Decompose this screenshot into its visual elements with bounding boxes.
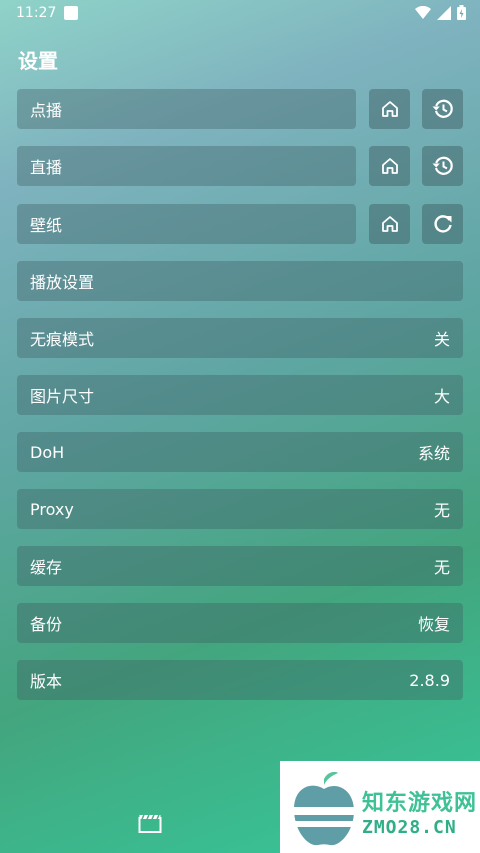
doh-label: DoH — [30, 442, 65, 462]
apple-logo-icon — [292, 771, 356, 846]
live-home-button[interactable] — [369, 146, 410, 186]
vod-home-button[interactable] — [369, 89, 410, 129]
backup-restore-value[interactable]: 恢复 — [418, 611, 450, 635]
wallpaper-home-button[interactable] — [369, 204, 410, 244]
vod-history-button[interactable] — [422, 89, 463, 129]
doh-row[interactable]: DoH 系统 — [17, 432, 463, 472]
wallpaper-refresh-button[interactable] — [422, 204, 463, 244]
proxy-row[interactable]: Proxy 无 — [17, 489, 463, 529]
watermark: 知东游戏网 ZMO28.CN — [280, 761, 480, 853]
doh-value: 系统 — [417, 444, 450, 463]
status-time: 11:27 — [16, 5, 57, 21]
image-size-row[interactable]: 图片尺寸 大 — [17, 375, 463, 415]
page-title: 设置 — [18, 49, 58, 73]
home-icon — [381, 158, 398, 174]
bottom-nav-video-button[interactable] — [138, 812, 162, 838]
version-row[interactable]: 版本 2.8.9 — [17, 660, 463, 700]
version-label: 版本 — [30, 672, 63, 691]
incognito-label: 无痕模式 — [30, 330, 95, 349]
playback-settings-row[interactable]: 播放设置 — [17, 261, 463, 301]
wallpaper-row[interactable]: 壁纸 — [17, 204, 356, 244]
wifi-icon — [415, 5, 431, 19]
home-icon — [381, 216, 398, 232]
incognito-row[interactable]: 无痕模式 关 — [17, 318, 463, 358]
signal-icon — [437, 5, 451, 20]
history-icon — [432, 99, 453, 118]
incognito-value: 关 — [433, 330, 450, 349]
battery-icon — [457, 5, 466, 20]
home-icon — [381, 101, 398, 117]
status-icons — [415, 5, 466, 20]
notification-icon — [64, 6, 78, 20]
cache-label: 缓存 — [30, 558, 63, 577]
backup-label: 备份 — [30, 615, 63, 634]
clapperboard-icon — [138, 814, 162, 833]
live-label: 直播 — [30, 158, 63, 177]
proxy-label: Proxy — [30, 499, 74, 519]
cache-value: 无 — [433, 558, 450, 577]
cache-row[interactable]: 缓存 无 — [17, 546, 463, 586]
vod-row[interactable]: 点播 — [17, 89, 356, 129]
live-history-button[interactable] — [422, 146, 463, 186]
watermark-title: 知东游戏网 — [362, 791, 478, 816]
proxy-value: 无 — [433, 501, 450, 520]
vod-label: 点播 — [30, 101, 63, 120]
playback-settings-label: 播放设置 — [30, 273, 95, 292]
watermark-url: ZMO28.CN — [362, 817, 457, 838]
live-row[interactable]: 直播 — [17, 146, 356, 186]
status-bar: 11:27 — [0, 0, 480, 28]
image-size-value: 大 — [433, 387, 450, 406]
image-size-label: 图片尺寸 — [30, 387, 95, 406]
version-value: 2.8.9 — [409, 670, 450, 690]
backup-row[interactable]: 备份 恢复 — [17, 603, 463, 643]
refresh-icon — [433, 215, 452, 233]
wallpaper-label: 壁纸 — [30, 216, 63, 235]
history-icon — [432, 156, 453, 175]
